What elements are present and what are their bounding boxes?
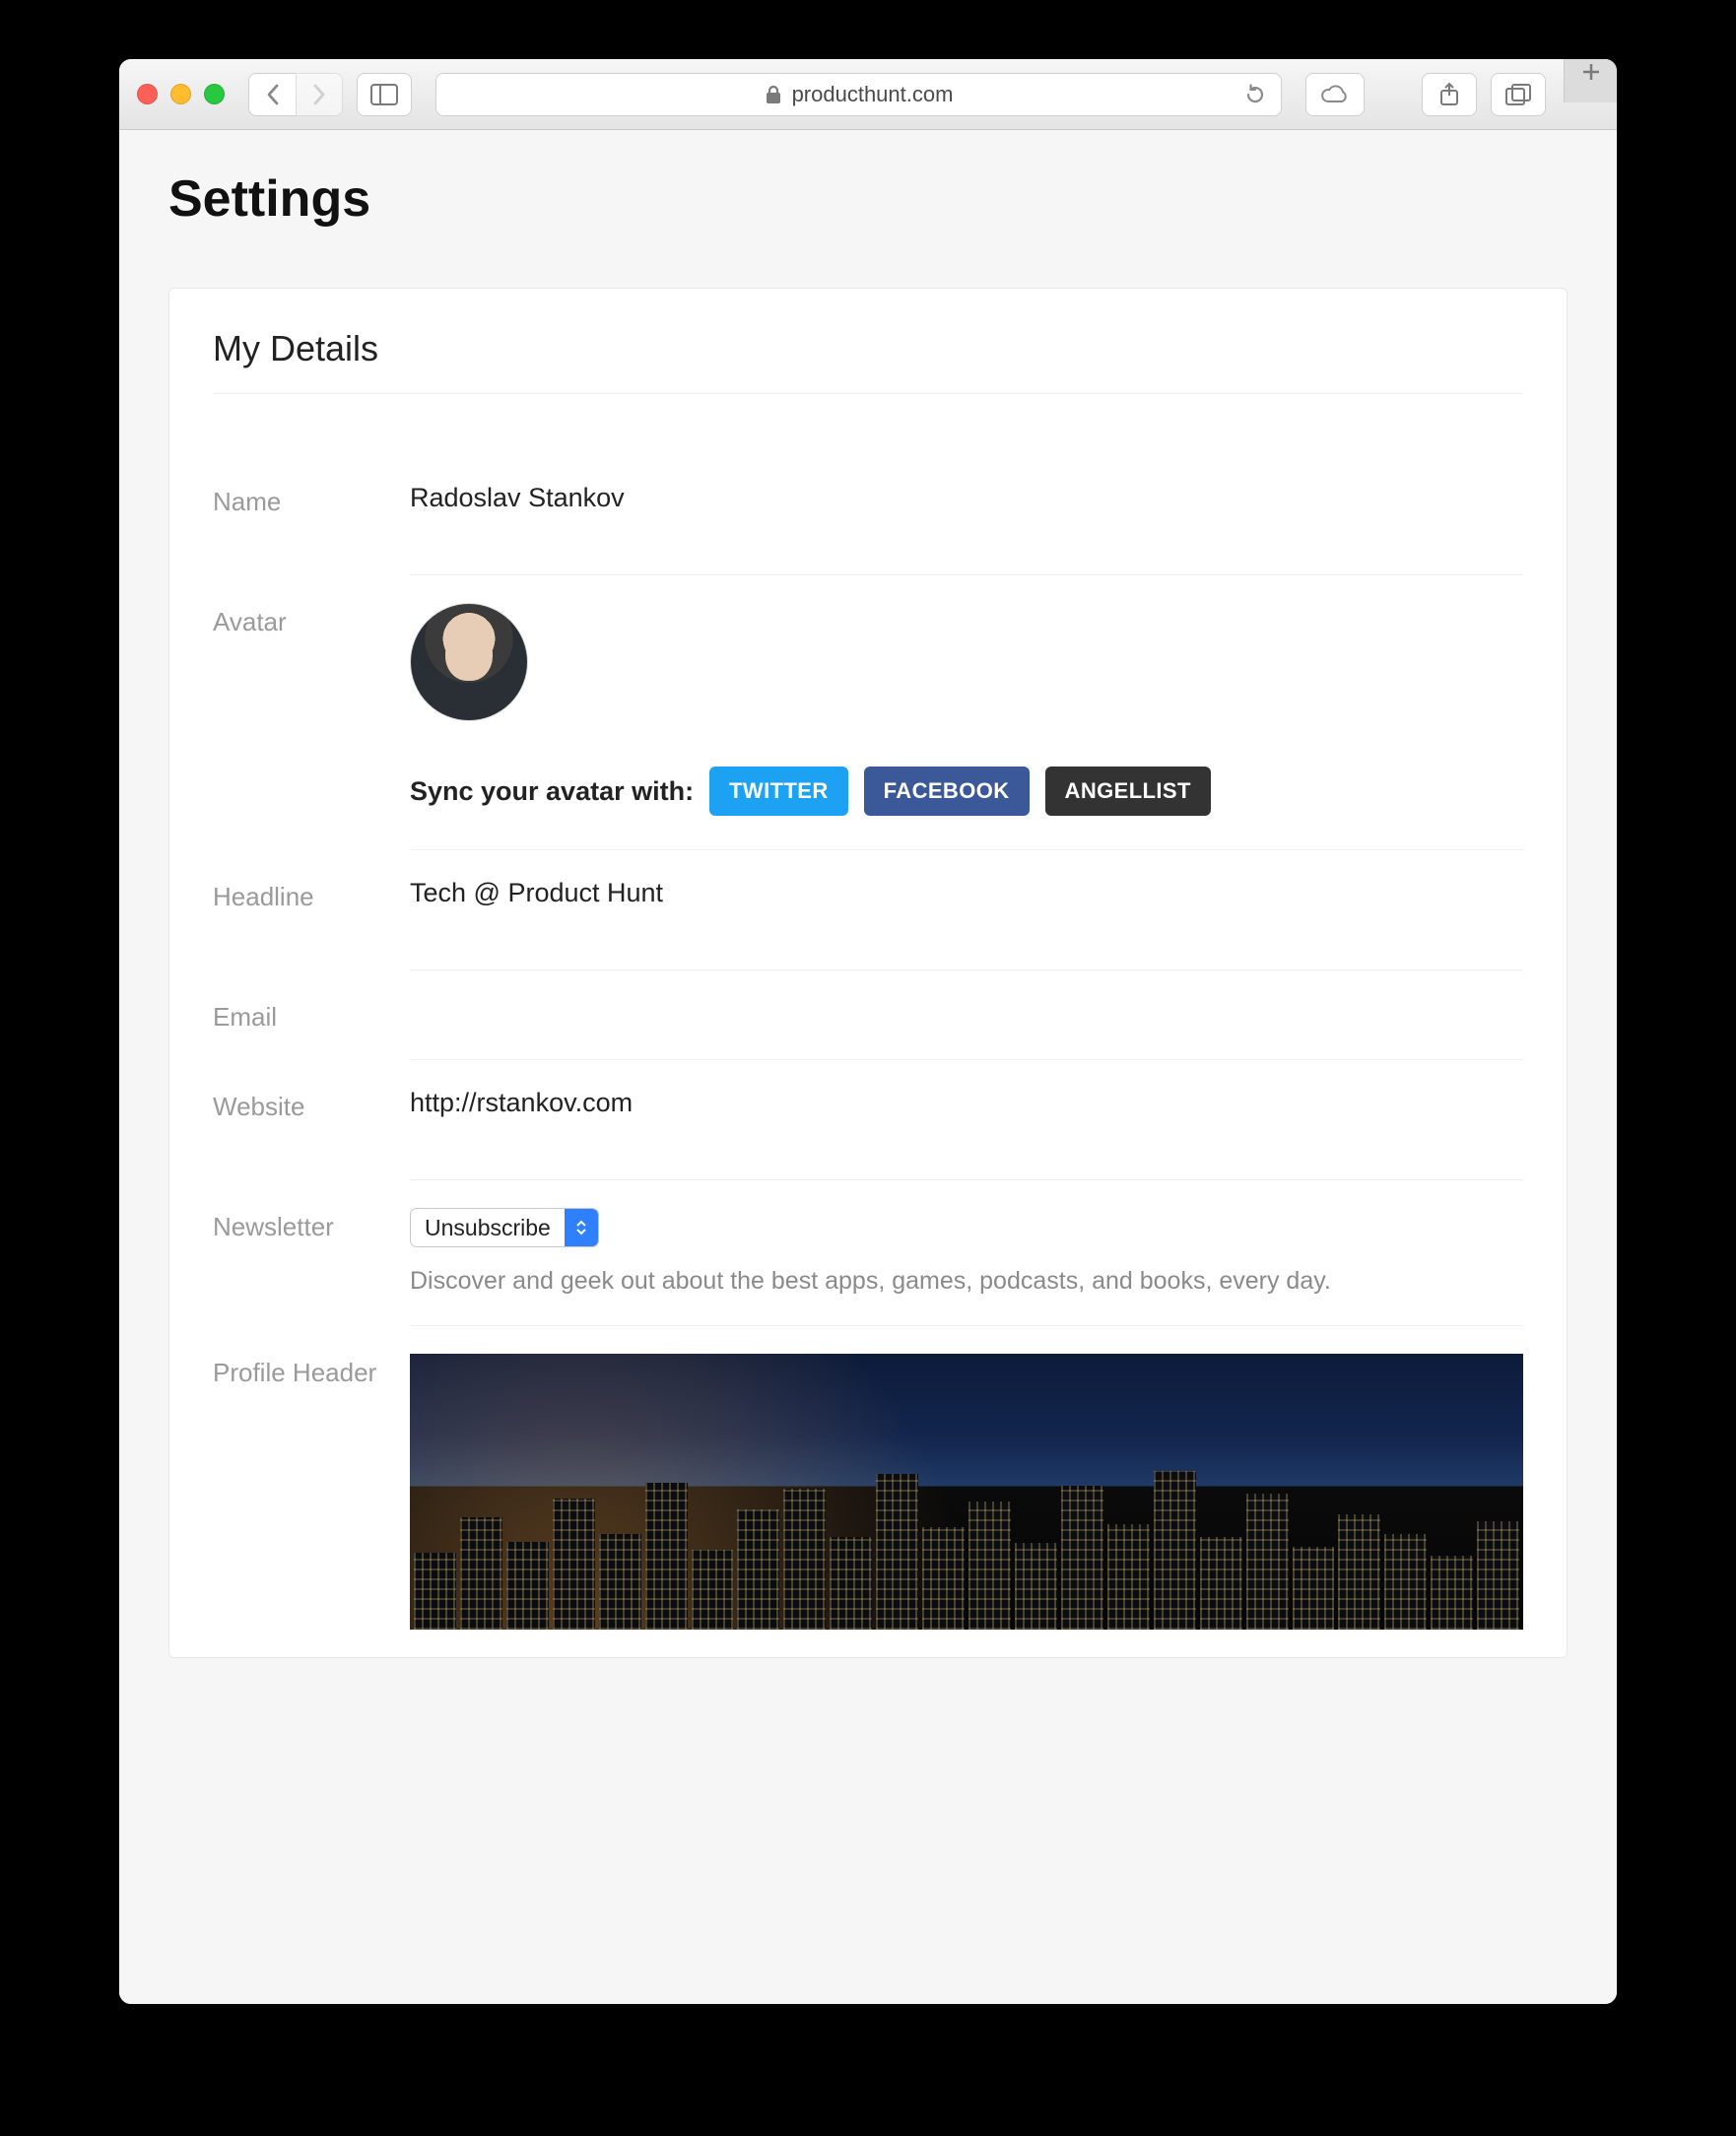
url-bar[interactable]: producthunt.com [435, 73, 1282, 116]
row-email: Email [213, 998, 1523, 1060]
browser-titlebar: producthunt.com [119, 59, 1617, 130]
sidebar-toggle-button[interactable] [357, 73, 412, 116]
newsletter-helper-text: Discover and geek out about the best app… [410, 1267, 1523, 1326]
label-profile-header: Profile Header [213, 1354, 410, 1388]
row-headline: Headline Tech @ Product Hunt [213, 878, 1523, 970]
url-domain: producthunt.com [792, 82, 954, 107]
row-newsletter: Newsletter Unsubscribe Discover and geek… [213, 1208, 1523, 1326]
row-name: Name Radoslav Stankov [213, 483, 1523, 575]
sync-line: Sync your avatar with: TWITTER FACEBOOK … [410, 767, 1523, 816]
page-title: Settings [168, 169, 1568, 229]
sync-avatar-text: Sync your avatar with: [410, 776, 694, 807]
sync-twitter-button[interactable]: TWITTER [709, 767, 848, 816]
label-website: Website [213, 1088, 410, 1122]
traffic-lights [137, 84, 225, 104]
newsletter-select[interactable]: Unsubscribe [410, 1208, 599, 1247]
settings-card: My Details Name Radoslav Stankov Avatar … [168, 288, 1568, 1658]
fullscreen-window-button[interactable] [204, 84, 225, 104]
nav-buttons-group [248, 73, 343, 116]
row-avatar: Avatar Sync your avatar with: TWITTER FA… [213, 603, 1523, 850]
sync-angellist-button[interactable]: ANGELLIST [1045, 767, 1211, 816]
name-field[interactable]: Radoslav Stankov [410, 483, 1523, 575]
website-field[interactable]: http://rstankov.com [410, 1088, 1523, 1180]
email-field[interactable] [410, 998, 1523, 1060]
skyline-graphic [410, 1470, 1523, 1630]
label-avatar: Avatar [213, 603, 410, 637]
new-tab-button[interactable] [1564, 59, 1617, 102]
back-button[interactable] [248, 73, 296, 116]
label-newsletter: Newsletter [213, 1208, 410, 1242]
icloud-button[interactable] [1305, 73, 1365, 116]
browser-window: producthunt.com Settings My Details Name… [119, 59, 1617, 2004]
profile-header-image [410, 1354, 1523, 1630]
close-window-button[interactable] [137, 84, 158, 104]
sync-facebook-button[interactable]: FACEBOOK [864, 767, 1030, 816]
avatar-field: Sync your avatar with: TWITTER FACEBOOK … [410, 603, 1523, 850]
profile-header-field[interactable] [410, 1354, 1523, 1630]
tabs-button[interactable] [1491, 73, 1546, 116]
forward-button[interactable] [296, 73, 343, 116]
select-arrows-icon [565, 1209, 598, 1246]
label-name: Name [213, 483, 410, 517]
newsletter-field: Unsubscribe Discover and geek out about … [410, 1208, 1523, 1326]
section-title: My Details [213, 328, 1523, 394]
lock-icon [765, 85, 782, 104]
share-button[interactable] [1422, 73, 1477, 116]
page-content: Settings My Details Name Radoslav Stanko… [119, 130, 1617, 2004]
newsletter-selected-value: Unsubscribe [411, 1215, 565, 1241]
label-headline: Headline [213, 878, 410, 912]
label-email: Email [213, 998, 410, 1033]
reload-icon[interactable] [1243, 83, 1267, 106]
minimize-window-button[interactable] [170, 84, 191, 104]
avatar-image[interactable] [410, 603, 528, 721]
row-website: Website http://rstankov.com [213, 1088, 1523, 1180]
headline-field[interactable]: Tech @ Product Hunt [410, 878, 1523, 970]
row-profile-header: Profile Header [213, 1354, 1523, 1630]
